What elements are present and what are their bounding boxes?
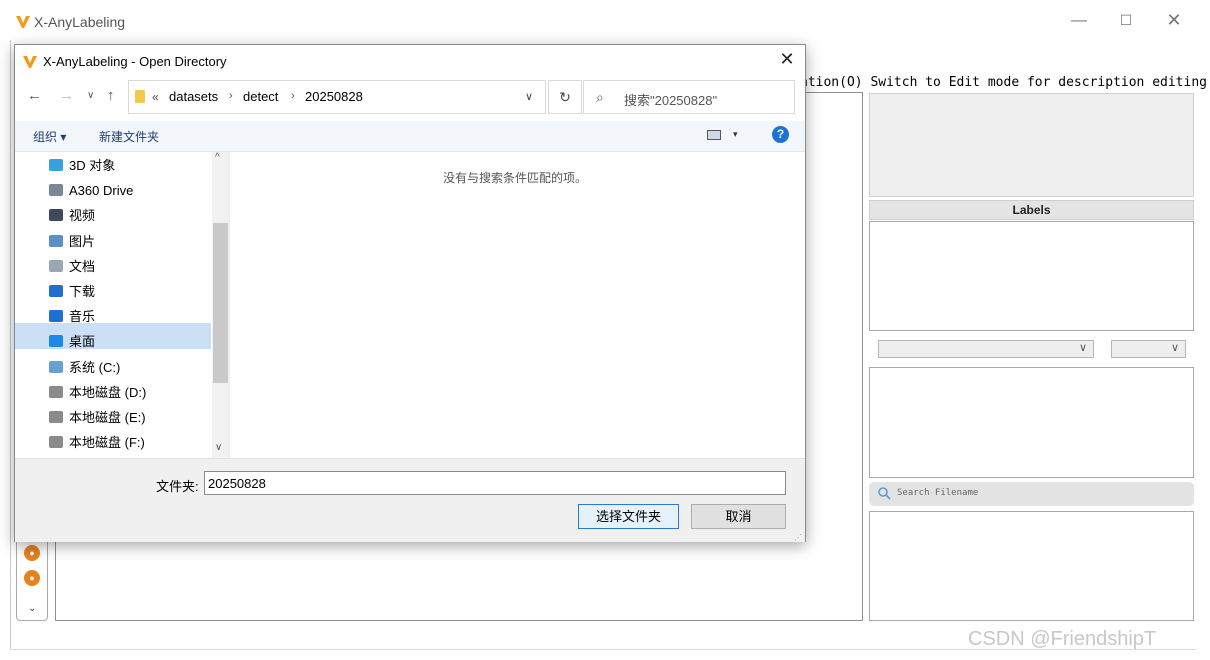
- nav-item-label: 视频: [69, 208, 96, 224]
- document-icon: [49, 259, 63, 272]
- music-icon: [49, 310, 63, 323]
- select-folder-button[interactable]: 选择文件夹: [578, 504, 679, 529]
- scroll-down-icon[interactable]: ∨: [215, 442, 222, 453]
- nav-item-label: 音乐: [69, 309, 96, 325]
- nav-scroll-thumb[interactable]: [213, 223, 228, 383]
- drive-icon: [49, 411, 63, 423]
- breadcrumb-separator[interactable]: ›: [291, 90, 295, 102]
- picture-icon: [49, 234, 63, 247]
- search-placeholder: Search Filename: [897, 488, 979, 498]
- label-filter-combo[interactable]: ∨: [878, 340, 1094, 358]
- cancel-button[interactable]: 取消: [691, 504, 786, 529]
- search-placeholder: 搜索"20250828": [624, 93, 718, 108]
- breadcrumb-detect[interactable]: detect: [243, 89, 278, 104]
- labels-header: Labels: [869, 200, 1194, 220]
- auto-label-icon[interactable]: ●: [24, 545, 40, 561]
- nav-item-label: 3D 对象: [69, 158, 116, 173]
- up-button[interactable]: ↑: [107, 87, 115, 104]
- nav-item[interactable]: 本地磁盘 (D:): [49, 380, 146, 405]
- shape-list[interactable]: [869, 367, 1194, 478]
- description-panel[interactable]: [869, 93, 1194, 197]
- nav-item[interactable]: 视频: [49, 203, 95, 228]
- nav-item[interactable]: 桌面: [49, 329, 95, 354]
- cloud-drive-icon: [49, 184, 63, 197]
- nav-item[interactable]: 本地磁盘 (E:): [49, 405, 146, 430]
- folder-name-input[interactable]: 20250828: [204, 471, 786, 495]
- folder-icon: [135, 90, 145, 103]
- file-list[interactable]: [869, 511, 1194, 621]
- nav-item-label: 本地磁盘 (D:): [69, 384, 147, 400]
- minimize-button[interactable]: —: [1068, 12, 1090, 30]
- back-button[interactable]: ←: [27, 87, 42, 104]
- nav-item-label: 桌面: [69, 334, 96, 350]
- window-edge: [10, 40, 11, 649]
- command-bar: 组织 ▾ 新建文件夹 ▾ ?: [15, 121, 805, 152]
- organize-menu[interactable]: 组织 ▾: [33, 128, 66, 145]
- search-icon: ⌕: [596, 89, 604, 105]
- nav-item[interactable]: 音乐: [49, 304, 95, 329]
- chevron-down-icon: ∨: [1170, 342, 1179, 354]
- desktop-icon: [49, 335, 63, 348]
- new-folder-button[interactable]: 新建文件夹: [99, 128, 159, 145]
- watermark: CSDN @FriendshipT: [968, 628, 1157, 650]
- nav-item[interactable]: 3D 对象: [49, 153, 115, 178]
- group-filter-combo[interactable]: ∨: [1111, 340, 1186, 358]
- close-window-button[interactable]: ✕: [1163, 10, 1185, 31]
- folder-search-input[interactable]: ⌕ 搜索"20250828": [583, 80, 795, 114]
- file-content-pane[interactable]: [229, 152, 805, 458]
- maximize-button[interactable]: ☐: [1115, 12, 1137, 29]
- description-hint: ation(O) Switch to Edit mode for descrip…: [800, 75, 1207, 90]
- search-filename-input[interactable]: Search Filename: [869, 482, 1194, 506]
- nav-item-label: A360 Drive: [69, 183, 134, 199]
- empty-results-message: 没有与搜索条件匹配的项。: [443, 171, 588, 185]
- breadcrumb-20250828[interactable]: 20250828: [305, 89, 363, 104]
- selected-nav-highlight: [15, 323, 211, 349]
- app-logo-icon: [16, 16, 30, 28]
- nav-item[interactable]: 图片: [49, 229, 95, 254]
- download-icon: [49, 285, 63, 297]
- chevron-down-icon: ∨: [1078, 342, 1087, 354]
- nav-item[interactable]: A360 Drive: [49, 178, 133, 203]
- nav-item-label: 本地磁盘 (E:): [69, 410, 146, 425]
- nav-item-label: 下载: [69, 284, 96, 299]
- help-icon[interactable]: ?: [772, 126, 789, 143]
- nav-item-label: 文档: [69, 258, 96, 274]
- nav-item[interactable]: 文档: [49, 254, 95, 279]
- dialog-close-button[interactable]: ✕: [775, 49, 799, 70]
- app-title: X-AnyLabeling: [34, 14, 126, 30]
- nav-item[interactable]: 系统 (C:): [49, 355, 120, 380]
- nav-item[interactable]: 下载: [49, 279, 95, 304]
- dialog-footer: 文件夹: 20250828 选择文件夹 取消 ⋰: [15, 458, 805, 542]
- open-directory-dialog: X-AnyLabeling - Open Directory ✕ ← → ∨ ↑…: [14, 44, 806, 542]
- view-mode-icon[interactable]: [707, 130, 721, 140]
- cube-icon: [49, 159, 63, 171]
- app-logo-icon: [23, 56, 37, 68]
- labels-list[interactable]: [869, 221, 1194, 331]
- address-bar[interactable]: « datasets › detect › 20250828 ∨: [128, 80, 546, 114]
- expand-tools-icon[interactable]: ⌄: [28, 603, 36, 614]
- breadcrumb-datasets[interactable]: datasets: [169, 89, 218, 104]
- folder-label: 文件夹:: [156, 479, 199, 494]
- nav-item[interactable]: 本地磁盘 (F:): [49, 430, 145, 455]
- search-icon: [878, 487, 891, 500]
- address-dropdown-icon[interactable]: ∨: [525, 90, 533, 103]
- forward-button[interactable]: →: [59, 87, 74, 104]
- breadcrumb-separator[interactable]: ›: [229, 90, 233, 102]
- scroll-up-icon[interactable]: ^: [215, 152, 220, 163]
- system-drive-icon: [49, 360, 63, 373]
- video-icon: [49, 209, 63, 222]
- refresh-button[interactable]: ↻: [548, 80, 582, 114]
- view-dropdown-icon[interactable]: ▾: [733, 129, 738, 140]
- model-icon[interactable]: ●: [24, 570, 40, 586]
- folder-name-value: 20250828: [208, 476, 266, 491]
- overflow-chevron[interactable]: «: [152, 90, 159, 104]
- nav-item-label: 本地磁盘 (F:): [69, 435, 145, 451]
- recent-locations-button[interactable]: ∨: [87, 90, 94, 101]
- resize-grip-icon[interactable]: ⋰: [794, 533, 802, 542]
- drive-icon: [49, 385, 63, 398]
- nav-item-label: 系统 (C:): [69, 359, 121, 375]
- dialog-title: X-AnyLabeling - Open Directory: [43, 54, 227, 69]
- drive-icon: [49, 436, 63, 449]
- nav-item-label: 图片: [69, 233, 96, 249]
